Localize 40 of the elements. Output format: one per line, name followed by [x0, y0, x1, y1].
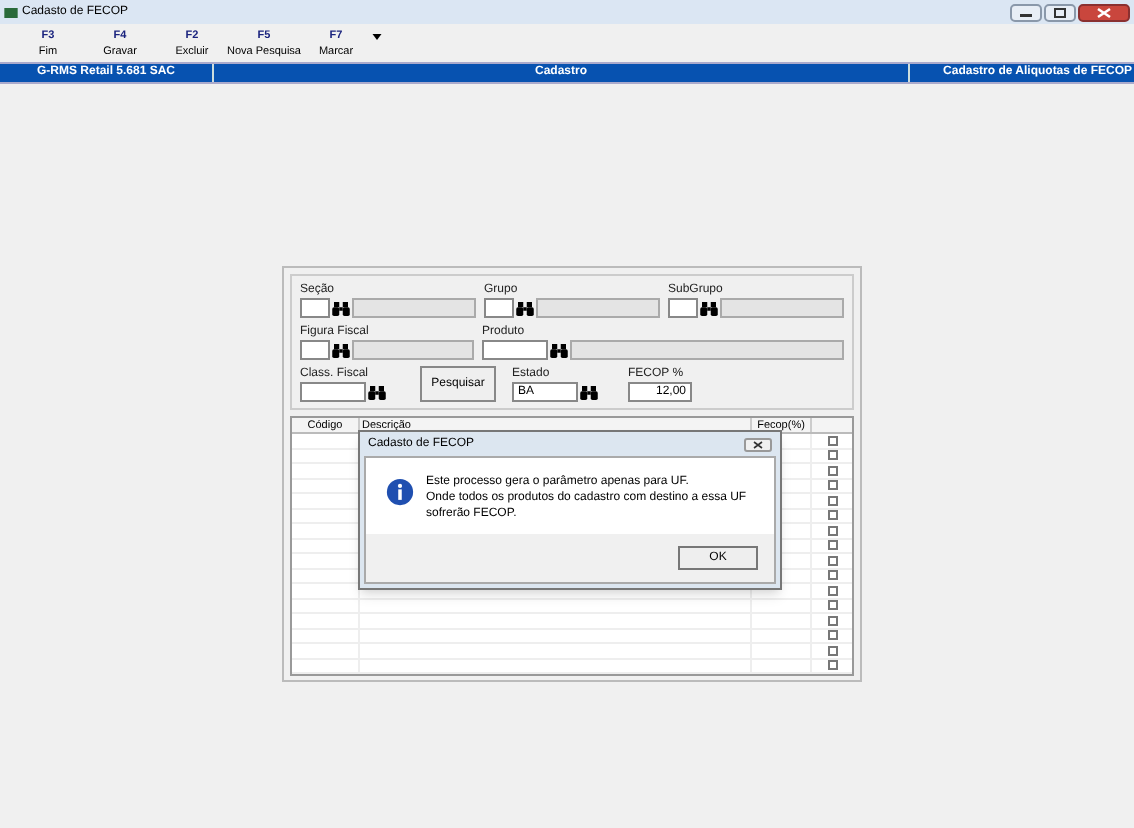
dropdown-caret-icon[interactable] [372, 34, 382, 40]
row-checkbox[interactable] [827, 645, 837, 656]
row-checkbox[interactable] [827, 510, 837, 521]
row-checkbox[interactable] [827, 540, 837, 551]
close-icon[interactable] [1078, 3, 1130, 21]
input-field[interactable] [300, 382, 366, 402]
row-checkbox[interactable] [827, 435, 837, 446]
binoculars-icon[interactable] [580, 385, 598, 399]
maximize-icon[interactable] [1044, 3, 1076, 21]
app-icon [4, 7, 18, 17]
binoculars-icon[interactable] [550, 343, 569, 357]
input-field[interactable] [668, 298, 698, 318]
close-icon[interactable] [744, 437, 772, 451]
input-field[interactable] [482, 340, 549, 360]
row-checkbox[interactable] [827, 495, 837, 506]
info-icon [386, 478, 414, 506]
binoculars-icon[interactable] [516, 301, 534, 315]
row-checkbox[interactable] [827, 450, 837, 461]
row-checkbox[interactable] [827, 660, 837, 671]
row-checkbox[interactable] [827, 600, 837, 611]
readonly-field [352, 340, 475, 360]
input-field[interactable] [300, 298, 330, 318]
readonly-field [536, 298, 660, 318]
input-field[interactable] [484, 298, 514, 318]
row-checkbox[interactable] [827, 570, 837, 581]
readonly-field [720, 298, 844, 318]
minimize-icon[interactable] [1010, 3, 1042, 21]
row-checkbox[interactable] [827, 525, 837, 536]
binoculars-icon[interactable] [332, 301, 350, 315]
input-field[interactable] [300, 340, 330, 360]
row-checkbox[interactable] [827, 615, 837, 626]
readonly-field [352, 298, 476, 318]
row-checkbox[interactable] [827, 480, 837, 491]
row-checkbox[interactable] [827, 630, 837, 641]
row-checkbox[interactable] [827, 585, 837, 596]
binoculars-icon[interactable] [368, 385, 386, 399]
binoculars-icon[interactable] [700, 301, 718, 315]
row-checkbox[interactable] [827, 555, 837, 566]
binoculars-icon[interactable] [332, 343, 350, 357]
row-checkbox[interactable] [827, 465, 837, 476]
